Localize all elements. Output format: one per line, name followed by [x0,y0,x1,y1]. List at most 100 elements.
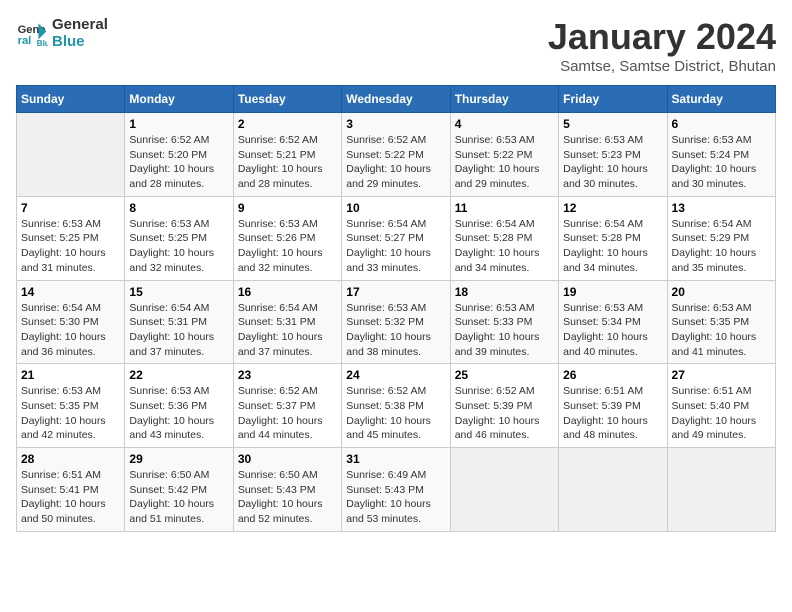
day-number: 15 [129,285,228,299]
header-cell-sunday: Sunday [17,86,125,113]
week-row-4: 21 Sunrise: 6:53 AM Sunset: 5:35 PM Dayli… [17,364,776,448]
day-number: 4 [455,117,554,131]
day-info: Sunrise: 6:53 AM Sunset: 5:25 PM Dayligh… [129,217,228,276]
page-header: Gene ral Blue General Blue January 2024 … [16,16,776,75]
day-cell: 24 Sunrise: 6:52 AM Sunset: 5:38 PM Dayli… [342,364,450,448]
header-cell-friday: Friday [559,86,667,113]
day-number: 24 [346,368,445,382]
logo-icon: Gene ral Blue [16,17,48,49]
week-row-2: 7 Sunrise: 6:53 AM Sunset: 5:25 PM Daylig… [17,196,776,280]
day-info: Sunrise: 6:51 AM Sunset: 5:39 PM Dayligh… [563,384,662,443]
day-number: 28 [21,452,120,466]
day-info: Sunrise: 6:53 AM Sunset: 5:33 PM Dayligh… [455,301,554,360]
day-cell: 20Sunrise: 6:53 AM Sunset: 5:35 PM Dayli… [667,280,775,364]
day-info: Sunrise: 6:53 AM Sunset: 5:32 PM Dayligh… [346,301,445,360]
day-number: 16 [238,285,337,299]
day-cell: 31 Sunrise: 6:49 AM Sunset: 5:43 PM Dayli… [342,448,450,532]
day-cell: 30Sunrise: 6:50 AM Sunset: 5:43 PM Dayli… [233,448,341,532]
day-cell: 21 Sunrise: 6:53 AM Sunset: 5:35 PM Dayli… [17,364,125,448]
day-info: Sunrise: 6:53 AM Sunset: 5:24 PM Dayligh… [672,133,771,192]
day-info: Sunrise: 6:52 AM Sunset: 5:38 PM Dayligh… [346,384,445,443]
header-cell-saturday: Saturday [667,86,775,113]
day-info: Sunrise: 6:52 AM Sunset: 5:22 PM Dayligh… [346,133,445,192]
day-number: 31 [346,452,445,466]
title-block: January 2024 Samtse, Samtse District, Bh… [548,16,776,75]
day-info: Sunrise: 6:53 AM Sunset: 5:25 PM Dayligh… [21,217,120,276]
day-info: Sunrise: 6:49 AM Sunset: 5:43 PM Dayligh… [346,468,445,527]
day-cell: 22Sunrise: 6:53 AM Sunset: 5:36 PM Dayli… [125,364,233,448]
logo-line2: Blue [52,33,108,50]
day-cell [559,448,667,532]
day-cell [450,448,558,532]
day-info: Sunrise: 6:52 AM Sunset: 5:37 PM Dayligh… [238,384,337,443]
day-info: Sunrise: 6:52 AM Sunset: 5:39 PM Dayligh… [455,384,554,443]
day-cell: 16 Sunrise: 6:54 AM Sunset: 5:31 PM Dayli… [233,280,341,364]
header-cell-monday: Monday [125,86,233,113]
day-number: 26 [563,368,662,382]
day-number: 18 [455,285,554,299]
day-cell: 4 Sunrise: 6:53 AM Sunset: 5:22 PM Daylig… [450,113,558,197]
day-cell: 26 Sunrise: 6:51 AM Sunset: 5:39 PM Dayli… [559,364,667,448]
day-number: 10 [346,201,445,215]
day-cell: 18 Sunrise: 6:53 AM Sunset: 5:33 PM Dayli… [450,280,558,364]
day-cell: 29 Sunrise: 6:50 AM Sunset: 5:42 PM Dayli… [125,448,233,532]
day-cell: 6 Sunrise: 6:53 AM Sunset: 5:24 PM Daylig… [667,113,775,197]
day-info: Sunrise: 6:54 AM Sunset: 5:31 PM Dayligh… [238,301,337,360]
day-number: 12 [563,201,662,215]
day-number: 3 [346,117,445,131]
day-cell: 2 Sunrise: 6:52 AM Sunset: 5:21 PM Daylig… [233,113,341,197]
header-cell-tuesday: Tuesday [233,86,341,113]
day-info: Sunrise: 6:54 AM Sunset: 5:31 PM Dayligh… [129,301,228,360]
day-cell [17,113,125,197]
day-info: Sunrise: 6:51 AM Sunset: 5:40 PM Dayligh… [672,384,771,443]
day-number: 29 [129,452,228,466]
day-info: Sunrise: 6:50 AM Sunset: 5:42 PM Dayligh… [129,468,228,527]
day-info: Sunrise: 6:53 AM Sunset: 5:35 PM Dayligh… [21,384,120,443]
week-row-5: 28 Sunrise: 6:51 AM Sunset: 5:41 PM Dayli… [17,448,776,532]
day-cell: 7 Sunrise: 6:53 AM Sunset: 5:25 PM Daylig… [17,196,125,280]
day-number: 6 [672,117,771,131]
day-cell: 23Sunrise: 6:52 AM Sunset: 5:37 PM Dayli… [233,364,341,448]
day-number: 20 [672,285,771,299]
day-info: Sunrise: 6:54 AM Sunset: 5:28 PM Dayligh… [563,217,662,276]
day-number: 8 [129,201,228,215]
day-cell: 25 Sunrise: 6:52 AM Sunset: 5:39 PM Dayli… [450,364,558,448]
day-number: 5 [563,117,662,131]
day-cell: 17 Sunrise: 6:53 AM Sunset: 5:32 PM Dayli… [342,280,450,364]
header-cell-wednesday: Wednesday [342,86,450,113]
day-number: 19 [563,285,662,299]
day-number: 21 [21,368,120,382]
header-row: SundayMondayTuesdayWednesdayThursdayFrid… [17,86,776,113]
day-number: 25 [455,368,554,382]
day-cell: 9Sunrise: 6:53 AM Sunset: 5:26 PM Daylig… [233,196,341,280]
day-info: Sunrise: 6:50 AM Sunset: 5:43 PM Dayligh… [238,468,337,527]
day-info: Sunrise: 6:53 AM Sunset: 5:36 PM Dayligh… [129,384,228,443]
day-number: 17 [346,285,445,299]
svg-text:ral: ral [18,35,32,47]
day-info: Sunrise: 6:53 AM Sunset: 5:34 PM Dayligh… [563,301,662,360]
day-number: 2 [238,117,337,131]
logo-line1: General [52,16,108,33]
day-info: Sunrise: 6:54 AM Sunset: 5:28 PM Dayligh… [455,217,554,276]
day-cell: 12 Sunrise: 6:54 AM Sunset: 5:28 PM Dayli… [559,196,667,280]
calendar-subtitle: Samtse, Samtse District, Bhutan [548,58,776,75]
day-info: Sunrise: 6:54 AM Sunset: 5:30 PM Dayligh… [21,301,120,360]
day-info: Sunrise: 6:52 AM Sunset: 5:21 PM Dayligh… [238,133,337,192]
day-number: 9 [238,201,337,215]
day-info: Sunrise: 6:51 AM Sunset: 5:41 PM Dayligh… [21,468,120,527]
day-number: 27 [672,368,771,382]
day-number: 13 [672,201,771,215]
day-cell: 28 Sunrise: 6:51 AM Sunset: 5:41 PM Dayli… [17,448,125,532]
day-cell: 8 Sunrise: 6:53 AM Sunset: 5:25 PM Daylig… [125,196,233,280]
day-cell: 3 Sunrise: 6:52 AM Sunset: 5:22 PM Daylig… [342,113,450,197]
day-info: Sunrise: 6:53 AM Sunset: 5:22 PM Dayligh… [455,133,554,192]
day-number: 11 [455,201,554,215]
day-cell: 13Sunrise: 6:54 AM Sunset: 5:29 PM Dayli… [667,196,775,280]
day-number: 1 [129,117,228,131]
calendar-table: SundayMondayTuesdayWednesdayThursdayFrid… [16,85,776,532]
day-number: 14 [21,285,120,299]
calendar-title: January 2024 [548,16,776,58]
header-cell-thursday: Thursday [450,86,558,113]
day-number: 7 [21,201,120,215]
day-cell: 1Sunrise: 6:52 AM Sunset: 5:20 PM Daylig… [125,113,233,197]
